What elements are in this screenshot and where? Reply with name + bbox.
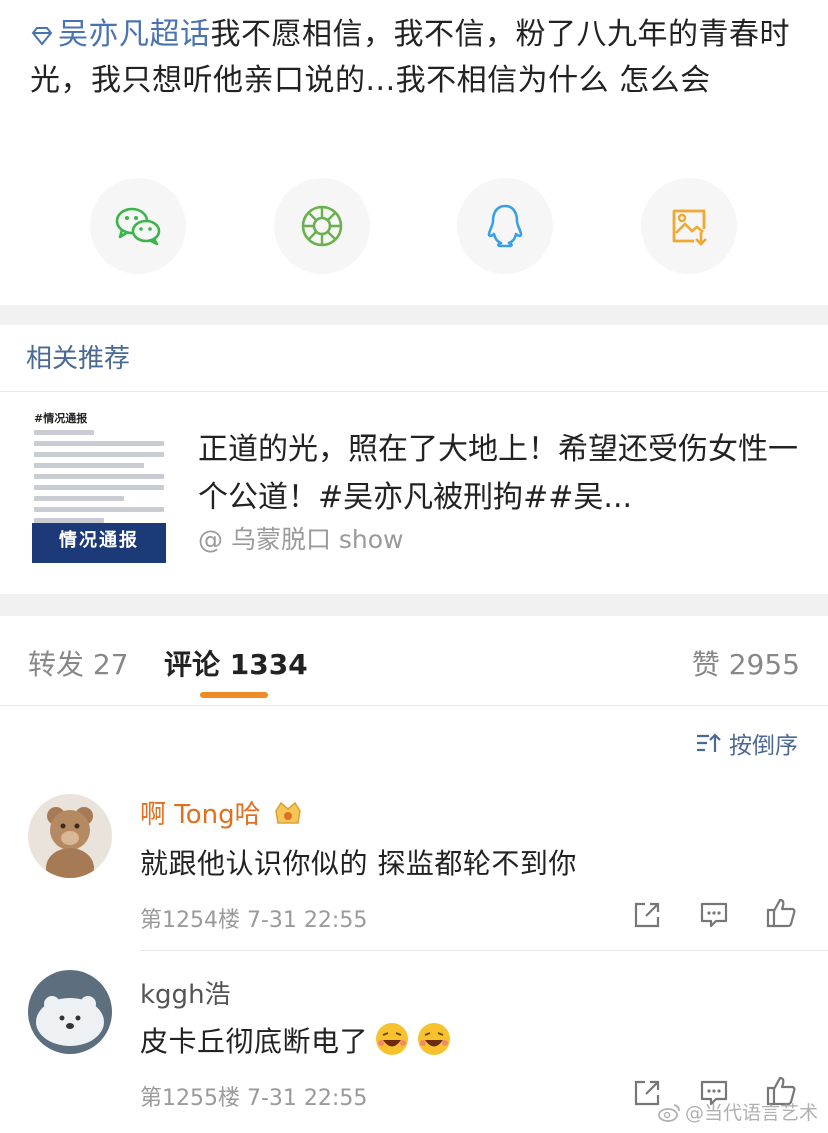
commenter-name[interactable]: kggh浩 [140, 974, 231, 1011]
thumb-header: #情况通报 [34, 412, 88, 425]
section-gap [0, 305, 828, 325]
watermark-text: @当代语言艺术 [684, 1102, 818, 1124]
thumb-text-lines [34, 430, 164, 529]
tab-label: 赞 [691, 648, 720, 681]
comment-time: 7-31 22:55 [247, 1086, 368, 1111]
thumb-banner: 情况通报 [32, 523, 166, 563]
active-tab-indicator [200, 692, 268, 698]
share-qq-button[interactable] [457, 178, 553, 274]
tab-label: 转发 [28, 648, 85, 681]
avatar[interactable] [28, 970, 112, 1054]
fan-crown-badge-icon [275, 801, 301, 824]
laughing-emoji-icon [376, 1023, 409, 1055]
laughing-emoji-icon [418, 1023, 451, 1055]
diamond-icon [31, 27, 53, 46]
share-wechat-button[interactable] [90, 178, 186, 274]
related-source[interactable]: @ 乌蒙脱口 show [198, 520, 404, 556]
tab-count: 27 [92, 648, 129, 681]
wechat-icon [115, 207, 161, 246]
comment-text: 就跟他认识你似的 探监都轮不到你 [140, 847, 577, 880]
divider [0, 391, 828, 392]
avatar[interactable] [28, 794, 112, 878]
like-button[interactable] [764, 896, 798, 930]
comment-floor: 第1255楼 [140, 1086, 240, 1111]
comment-time: 7-31 22:55 [247, 908, 368, 933]
comment-icon [700, 902, 728, 928]
comment-meta: 第1255楼 7-31 22:55 [140, 1080, 367, 1112]
tab-count: 2955 [728, 648, 800, 681]
topic-label[interactable]: 吴亦凡超话 [58, 17, 211, 52]
watermark: @当代语言艺术 [657, 1098, 818, 1125]
reply-button[interactable] [697, 898, 731, 932]
tab-comments[interactable]: 评论 1334 [164, 643, 308, 683]
commenter-name-text: 啊 Tong哈 [140, 800, 261, 830]
commenter-name[interactable]: 啊 Tong哈 [140, 794, 303, 831]
share-moments-button[interactable] [274, 178, 370, 274]
comment-meta: 第1254楼 7-31 22:55 [140, 902, 367, 934]
topic-link[interactable]: 吴亦凡超话 [30, 17, 211, 52]
save-image-icon [672, 209, 707, 246]
qq-icon [487, 204, 523, 248]
related-thumbnail[interactable]: #情况通报 情况通报 [32, 408, 166, 563]
tab-count: 1334 [229, 648, 308, 681]
related-title: 相关推荐 [26, 344, 131, 374]
sort-button[interactable]: 按倒序 [695, 726, 798, 760]
tab-likes[interactable]: 赞 2955 [692, 643, 800, 683]
divider [0, 705, 828, 706]
weibo-logo-icon [658, 1103, 680, 1122]
teddy-bear-avatar [28, 794, 112, 878]
moments-icon [301, 205, 343, 247]
share-button[interactable] [630, 898, 664, 932]
save-image-button[interactable] [641, 178, 737, 274]
section-gap [0, 594, 828, 616]
comment-floor: 第1254楼 [140, 908, 240, 933]
sort-icon [697, 733, 721, 752]
share-row [0, 178, 828, 274]
tab-label: 评论 [164, 648, 221, 681]
sort-label: 按倒序 [729, 733, 798, 759]
tab-reposts[interactable]: 转发 27 [28, 643, 129, 683]
post-text: 吴亦凡超话我不愿相信，我不信，粉了八九年的青春时光，我只想听他亲口说的...我不… [30, 12, 800, 104]
comment-text-body: 皮卡丘彻底断电了 [140, 1025, 369, 1058]
polar-bear-avatar [28, 970, 112, 1054]
related-text[interactable]: 正道的光，照在了大地上！希望还受伤女性一个公道！#吴亦凡被刑拘##吴... [198, 426, 798, 522]
divider [140, 950, 828, 951]
comment-text: 皮卡丘彻底断电了 [140, 1020, 452, 1060]
thumbs-up-icon [766, 898, 796, 928]
share-icon [634, 902, 660, 928]
